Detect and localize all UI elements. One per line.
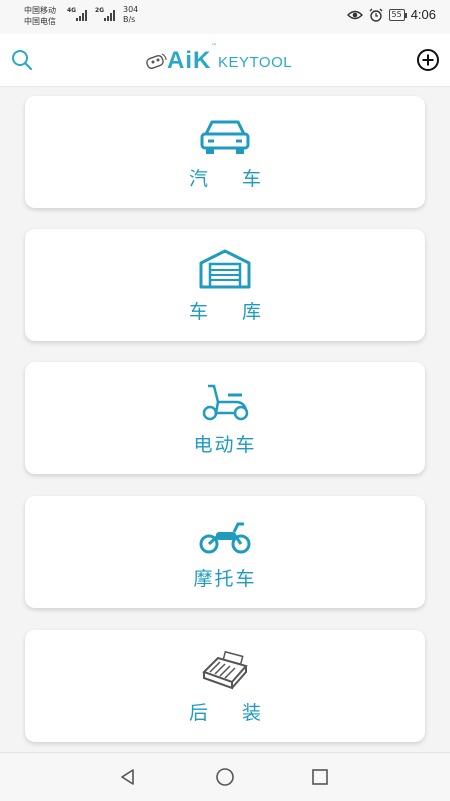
home-circle-icon[interactable] bbox=[215, 767, 235, 787]
remote-module-icon bbox=[202, 650, 248, 690]
battery-indicator: 55 bbox=[388, 8, 407, 21]
logo-trademark: ™ bbox=[211, 43, 217, 50]
category-label: 后 装 bbox=[188, 702, 276, 724]
network-speed-value: 304 bbox=[123, 5, 139, 14]
category-label: 汽 车 bbox=[188, 168, 276, 190]
category-label: 车 库 bbox=[188, 301, 276, 323]
back-triangle-icon[interactable] bbox=[118, 767, 138, 787]
recents-square-icon[interactable] bbox=[310, 767, 330, 787]
eye-icon bbox=[346, 10, 363, 19]
motorcycle-icon bbox=[199, 522, 251, 554]
signal-bars-icon bbox=[76, 10, 87, 21]
app-header: AiK ™ KEYTOOL bbox=[0, 34, 450, 87]
carrier-info: 中国移动 中国电信 bbox=[24, 5, 56, 27]
system-nav-bar bbox=[0, 752, 450, 801]
alarm-clock-icon bbox=[369, 8, 382, 22]
network-type-2: 2G bbox=[95, 7, 105, 14]
plus-circle-icon[interactable] bbox=[415, 47, 441, 73]
garage-icon bbox=[199, 249, 251, 289]
category-card-aftermarket[interactable]: 后 装 bbox=[25, 630, 425, 742]
status-right: 55 4:06 bbox=[346, 7, 436, 22]
status-time: 4:06 bbox=[410, 7, 436, 22]
category-card-garage[interactable]: 车 库 bbox=[25, 229, 425, 341]
key-logo-icon bbox=[146, 53, 167, 70]
carrier-2: 中国电信 bbox=[24, 17, 56, 26]
signal-bars-icon bbox=[104, 10, 115, 21]
network-speed: 304 B/s bbox=[123, 5, 138, 25]
category-card-car[interactable]: 汽 车 bbox=[25, 96, 425, 208]
carrier-1: 中国移动 bbox=[24, 6, 56, 15]
logo-brand: AiK bbox=[167, 47, 212, 74]
category-card-motorcycle[interactable]: 摩托车 bbox=[25, 496, 425, 608]
network-type-1: 4G bbox=[67, 7, 77, 14]
search-icon[interactable] bbox=[9, 47, 35, 73]
scooter-icon bbox=[202, 384, 249, 421]
car-icon bbox=[200, 120, 250, 154]
app-logo: AiK ™ KEYTOOL bbox=[145, 43, 305, 79]
category-label: 摩托车 bbox=[193, 568, 257, 590]
logo-product: KEYTOOL bbox=[218, 54, 293, 71]
status-bar: 中国移动 中国电信 4G 2G 304 B/s 55 4:06 bbox=[0, 0, 450, 34]
network-speed-unit: B/s bbox=[123, 15, 136, 24]
category-card-ebike[interactable]: 电动车 bbox=[25, 362, 425, 474]
category-label: 电动车 bbox=[193, 434, 257, 456]
